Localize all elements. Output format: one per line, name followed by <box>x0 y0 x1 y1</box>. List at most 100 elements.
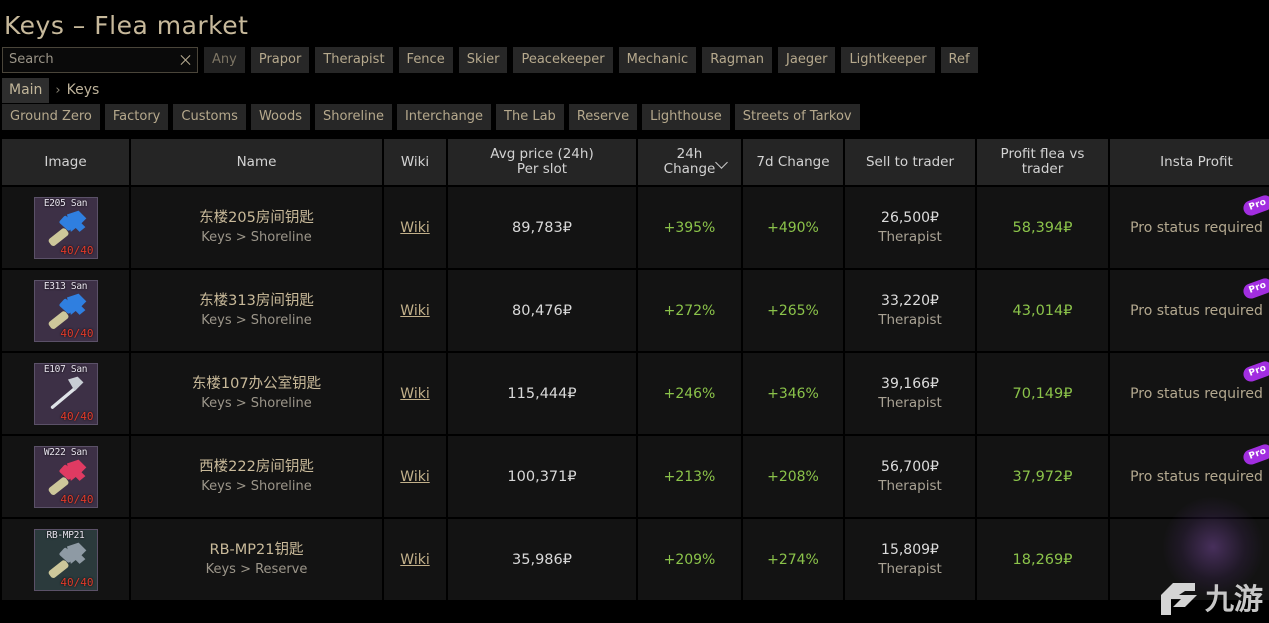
trader-filter-ragman[interactable]: Ragman <box>702 46 773 73</box>
cell-sell-to-trader: 15,809₽ Therapist <box>845 519 975 600</box>
trader-filter-bar: AnyPraporTherapistFenceSkierPeacekeeperM… <box>0 43 1269 73</box>
column-header-image[interactable]: Image <box>2 139 129 185</box>
map-filter-streets-of-tarkov[interactable]: Streets of Tarkov <box>734 104 860 130</box>
column-header-name[interactable]: Name <box>131 139 382 185</box>
change-24h-value: +246% <box>663 385 716 402</box>
insta-profit-locked-label: Pro status required <box>1130 219 1263 236</box>
trader-chip-list: Any Prapor Therapist Fence Skier Peacekeeper M… <box>204 46 978 73</box>
pro-badge[interactable]: Pro <box>1241 193 1269 218</box>
column-header-profit-flea-vs[interactable]: Profit flea vs trader <box>977 139 1108 185</box>
trader-filter-jaeger[interactable]: Jaeger <box>778 46 836 73</box>
cell-wiki: Wiki <box>384 519 446 600</box>
column-header-avg-price-24h[interactable]: Avg price (24h) Per slot <box>448 139 636 185</box>
column-header-label: Avg price (24h) <box>490 146 594 162</box>
pro-badge[interactable]: Pro <box>1241 442 1269 467</box>
wiki-link[interactable]: Wiki <box>400 386 429 402</box>
table-row[interactable]: RB-MP21 40/40 RB-MP21钥匙 Keys > Reserve Wiki 3… <box>2 519 1269 600</box>
trader-name-label: Therapist <box>878 311 942 328</box>
item-name[interactable]: 东楼107办公室钥匙 <box>135 374 378 394</box>
search-box[interactable] <box>2 46 201 73</box>
trader-filter-any[interactable]: Any <box>204 46 245 73</box>
change-24h-value: +272% <box>663 302 716 319</box>
trader-filter-fence[interactable]: Fence <box>398 46 453 73</box>
change-7d-value: +346% <box>767 385 819 402</box>
item-thumbnail-label: E107 San <box>43 363 88 375</box>
cell-profit-flea-vs-trader: 18,269₽ <box>977 519 1108 600</box>
cell-sell-to-trader: 33,220₽ Therapist <box>845 270 975 351</box>
change-7d-value: +265% <box>767 302 819 319</box>
cell-image: RB-MP21 40/40 <box>2 519 129 600</box>
trader-filter-prapor[interactable]: Prapor <box>250 46 310 73</box>
pro-badge[interactable]: Pro <box>1241 276 1269 301</box>
cell-7d-change: +265% <box>743 270 843 351</box>
trader-filter-peacekeeper[interactable]: Peacekeeper <box>513 46 613 73</box>
trader-filter-therapist[interactable]: Therapist <box>315 46 393 73</box>
cell-avg-price: 89,783₽ <box>448 187 636 268</box>
column-header-wiki[interactable]: Wiki <box>384 139 446 185</box>
column-header-sell-to-trader[interactable]: Sell to trader <box>845 139 975 185</box>
cell-sell-to-trader: 56,700₽ Therapist <box>845 436 975 517</box>
chevron-down-icon[interactable] <box>717 158 728 165</box>
profit-flea-value: 70,149₽ <box>1012 385 1073 402</box>
table-row[interactable]: E205 San 40/40 东楼205房间钥匙 Keys > Shoreline Wi… <box>2 187 1269 268</box>
item-thumbnail[interactable]: RB-MP21 40/40 <box>33 528 98 591</box>
change-24h-value: +395% <box>663 219 716 236</box>
trader-price-value: 26,500₽ <box>881 209 939 226</box>
trader-name-label: Therapist <box>878 477 942 494</box>
change-24h-value: +213% <box>663 468 716 485</box>
search-input[interactable] <box>3 47 201 72</box>
cell-profit-flea-vs-trader: 37,972₽ <box>977 436 1108 517</box>
item-thumbnail[interactable]: E205 San 40/40 <box>33 196 98 259</box>
column-header-24h[interactable]: 24h Change <box>638 139 741 185</box>
item-name[interactable]: 西楼222房间钥匙 <box>135 457 378 477</box>
table-row[interactable]: W222 San 40/40 西楼222房间钥匙 Keys > Shoreline Wi… <box>2 436 1269 517</box>
map-filter-interchange[interactable]: Interchange <box>396 104 492 130</box>
trader-name-label: Therapist <box>878 560 942 577</box>
map-filter-lighthouse[interactable]: Lighthouse <box>642 104 730 130</box>
cell-profit-flea-vs-trader: 70,149₽ <box>977 353 1108 434</box>
trader-filter-ref[interactable]: Ref <box>940 46 978 73</box>
map-filter-customs[interactable]: Customs <box>173 104 246 130</box>
item-name[interactable]: 东楼313房间钥匙 <box>135 291 378 311</box>
breadcrumb-root[interactable]: Main <box>2 77 50 103</box>
insta-profit-locked-label: Pro status required <box>1130 468 1263 485</box>
trader-filter-lightkeeper[interactable]: Lightkeeper <box>841 46 935 73</box>
wiki-link[interactable]: Wiki <box>400 220 429 236</box>
cell-name: 东楼205房间钥匙 Keys > Shoreline <box>131 187 382 268</box>
trader-filter-mechanic[interactable]: Mechanic <box>618 46 697 73</box>
cell-wiki: Wiki <box>384 187 446 268</box>
item-thumbnail[interactable]: E107 San 40/40 <box>33 362 98 425</box>
breadcrumb-separator: › <box>55 82 61 98</box>
cell-24h-change: +213% <box>638 436 741 517</box>
wiki-link[interactable]: Wiki <box>400 303 429 319</box>
item-name[interactable]: 东楼205房间钥匙 <box>135 208 378 228</box>
item-thumbnail-label: E205 San <box>43 197 88 209</box>
table-row[interactable]: E107 San 40/40 东楼107办公室钥匙 Keys > Shoreline W… <box>2 353 1269 434</box>
item-name[interactable]: RB-MP21钥匙 <box>135 540 378 560</box>
column-header-7d-change[interactable]: 7d Change <box>743 139 843 185</box>
trader-name-label: Therapist <box>878 394 942 411</box>
column-header-label: Sell to trader <box>865 153 955 170</box>
cell-wiki: Wiki <box>384 270 446 351</box>
cell-7d-change: +274% <box>743 519 843 600</box>
column-header-insta-profit[interactable]: Insta Profit <box>1110 139 1269 185</box>
item-thumbnail-label: E313 San <box>43 280 88 292</box>
avg-price-value: 89,783₽ <box>512 219 572 236</box>
map-filter-factory[interactable]: Factory <box>104 104 169 130</box>
column-header-label: Wiki <box>400 153 430 170</box>
map-filter-the-lab[interactable]: The Lab <box>496 104 564 130</box>
map-filter-ground-zero[interactable]: Ground Zero <box>2 104 100 130</box>
cell-insta-profit <box>1110 519 1269 600</box>
wiki-link[interactable]: Wiki <box>400 469 429 485</box>
item-thumbnail-label: W222 San <box>43 446 88 458</box>
item-thumbnail[interactable]: W222 San 40/40 <box>33 445 98 508</box>
pro-badge[interactable]: Pro <box>1241 359 1269 384</box>
map-filter-reserve[interactable]: Reserve <box>568 104 638 130</box>
wiki-link[interactable]: Wiki <box>400 552 429 568</box>
close-icon[interactable] <box>179 53 192 66</box>
map-filter-woods[interactable]: Woods <box>250 104 310 130</box>
map-filter-shoreline[interactable]: Shoreline <box>314 104 392 130</box>
table-row[interactable]: E313 San 40/40 东楼313房间钥匙 Keys > Shoreline Wi… <box>2 270 1269 351</box>
trader-filter-skier[interactable]: Skier <box>458 46 508 73</box>
item-thumbnail[interactable]: E313 San 40/40 <box>33 279 98 342</box>
